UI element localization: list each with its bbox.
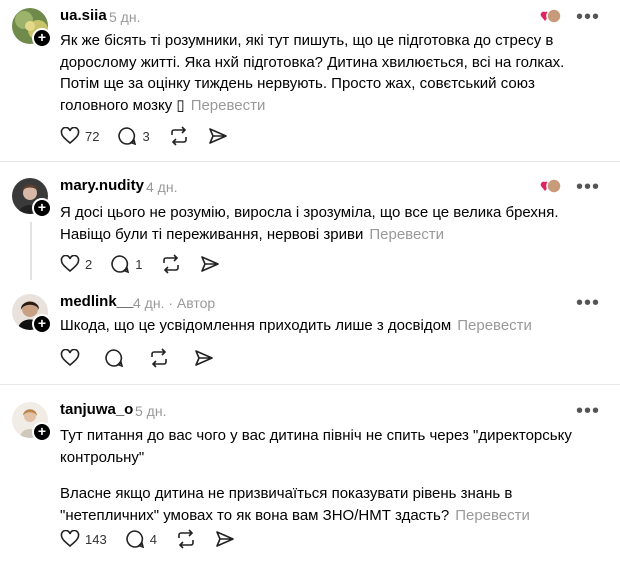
timestamp: 4 дн. [146, 179, 178, 195]
post-text: Шкода, що це усвідомлення приходить лише… [60, 317, 532, 334]
translate-link[interactable]: Перевести [457, 317, 532, 334]
reaction-icons [540, 8, 562, 24]
repost-button[interactable] [175, 529, 197, 549]
heart-icon [60, 349, 80, 367]
more-options-icon[interactable]: ••• [576, 177, 600, 197]
repost-button[interactable] [160, 254, 182, 274]
comment-icon [105, 349, 124, 368]
repost-icon [151, 348, 167, 368]
reply-button[interactable]: 1 [110, 254, 142, 274]
reply-button[interactable] [104, 348, 124, 368]
post-text: Як же бісять ті розумники, які тут пишут… [60, 32, 565, 114]
comment-icon [126, 530, 144, 549]
author-tag: · Автор [168, 295, 216, 311]
like-count: 143 [85, 531, 107, 547]
repost-button[interactable] [168, 126, 190, 146]
timestamp: 5 дн. [109, 9, 141, 25]
send-icon [195, 350, 213, 366]
follow-plus-icon[interactable]: + [32, 422, 52, 442]
send-icon [216, 531, 234, 547]
post-4: + tanjuwa_o 5 дн. ••• Тут питання до вас… [0, 394, 620, 562]
post-actions: 143 4 [60, 527, 253, 551]
like-button[interactable] [60, 349, 80, 367]
reaction-icons [540, 178, 562, 194]
reply-count: 3 [142, 128, 150, 144]
follow-plus-icon[interactable]: + [32, 314, 52, 334]
reply-count: 4 [149, 531, 157, 547]
heart-icon [60, 127, 80, 145]
share-button[interactable] [215, 529, 235, 549]
post-actions: 2 1 [60, 252, 238, 276]
post-actions: 72 3 [60, 124, 246, 148]
like-count: 2 [85, 256, 93, 272]
repost-button[interactable] [148, 348, 170, 368]
repost-icon [163, 254, 180, 274]
follow-plus-icon[interactable]: + [32, 28, 52, 48]
follow-plus-icon[interactable]: + [32, 198, 52, 218]
translate-link[interactable]: Перевести [191, 97, 266, 114]
send-icon [208, 128, 227, 144]
reply-button[interactable]: 4 [125, 529, 157, 549]
post-text: Тут питання до вас чого у вас дитина пів… [60, 427, 572, 524]
username[interactable]: mary.nudity [60, 177, 144, 194]
comment-icon [111, 255, 130, 274]
like-count: 72 [85, 128, 100, 144]
heart-icon [60, 255, 80, 273]
repost-icon [170, 126, 187, 146]
username[interactable]: medlink__ [60, 293, 133, 310]
timestamp: 5 дн. [135, 403, 167, 419]
username[interactable]: ua.siia [60, 7, 107, 24]
share-button[interactable] [200, 254, 220, 274]
more-options-icon[interactable]: ••• [576, 7, 600, 27]
reply-button[interactable]: 3 [117, 126, 150, 146]
post-2: + mary.nudity 4 дн. ••• Я досі цього не … [0, 170, 620, 285]
share-button[interactable] [194, 348, 214, 368]
post-3: + medlink__ 4 дн. · Автор ••• Шкода, що … [0, 286, 620, 384]
translate-link[interactable]: Перевести [455, 507, 530, 524]
share-button[interactable] [208, 126, 228, 146]
heart-icon [60, 530, 80, 548]
more-options-icon[interactable]: ••• [576, 401, 600, 421]
more-options-icon[interactable]: ••• [576, 293, 600, 313]
send-icon [201, 256, 220, 272]
like-button[interactable]: 143 [60, 530, 107, 548]
like-button[interactable]: 2 [60, 255, 92, 273]
like-button[interactable]: 72 [60, 127, 99, 145]
comment-icon [118, 127, 137, 146]
thread-line [30, 222, 32, 280]
timestamp: 4 дн. · Автор [133, 295, 216, 311]
divider [0, 161, 620, 162]
post-actions [60, 346, 232, 370]
translate-link[interactable]: Перевести [369, 226, 444, 243]
username[interactable]: tanjuwa_o [60, 401, 133, 418]
post-text: Я досі цього не розумію, виросла і зрозу… [60, 204, 559, 243]
reply-count: 1 [135, 256, 143, 272]
repost-icon [178, 529, 194, 549]
post-1: + ua.siia 5 дн. ••• Як же бісять ті розу… [0, 0, 620, 160]
divider [0, 384, 620, 385]
